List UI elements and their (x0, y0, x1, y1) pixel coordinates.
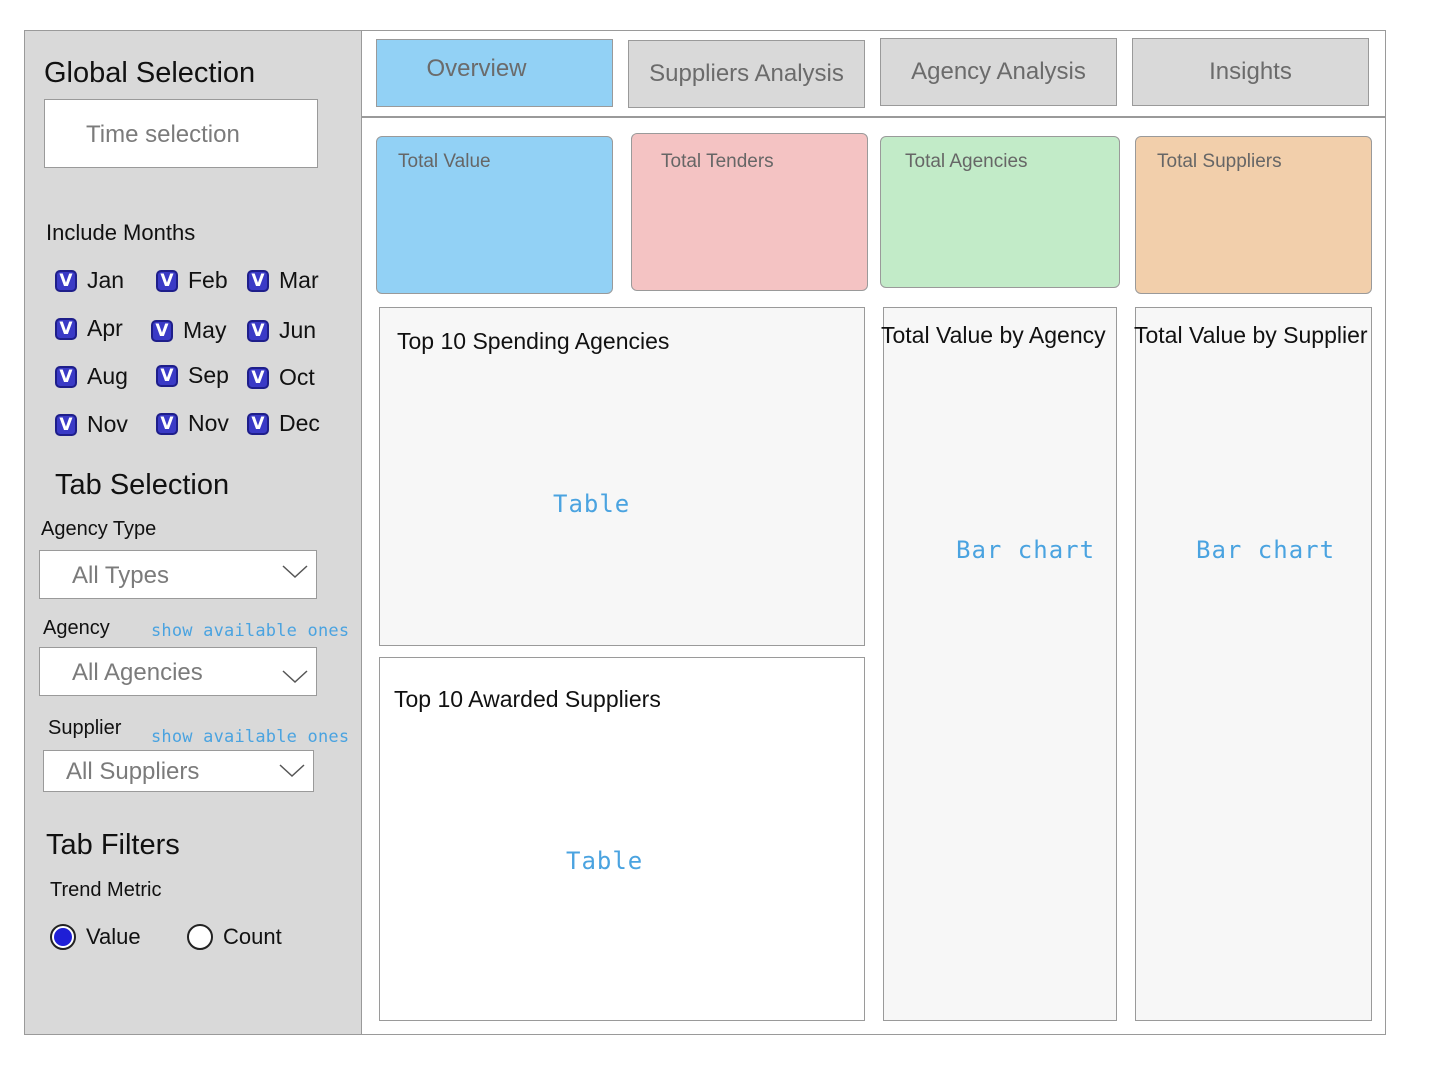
checkbox-label: Nov (87, 411, 128, 437)
time-selection-input[interactable]: Time selection (44, 99, 318, 168)
table-placeholder: Table (553, 490, 631, 518)
check-icon: V (247, 269, 269, 292)
agency-select[interactable]: All Agencies (39, 647, 317, 696)
supplier-select[interactable]: All Suppliers (43, 750, 314, 792)
checkbox-may[interactable]: V May (151, 317, 226, 344)
agency-hint-link[interactable]: show available ones (151, 621, 349, 641)
top-spending-agencies-panel: Top 10 Spending Agencies Table (379, 307, 865, 646)
checkbox-label: Nov (188, 410, 229, 436)
checkbox-mar[interactable]: V Mar (247, 267, 319, 294)
tab-selection-title: Tab Selection (55, 469, 230, 501)
checkbox-sep[interactable]: V Sep (156, 362, 229, 389)
check-icon: V (156, 412, 178, 435)
checkbox-label: Jan (87, 267, 125, 293)
checkbox-label: Apr (87, 315, 123, 341)
value-by-agency-panel: Total Value by Agency Bar chart (881, 307, 1117, 1021)
sidebar: Global Selection Time selection Include … (24, 30, 362, 1035)
agency-type-select[interactable]: All Types (39, 550, 317, 599)
bar-chart-placeholder: Bar chart (1196, 536, 1336, 564)
check-icon: V (247, 412, 269, 435)
agency-type-value: All Types (72, 562, 169, 589)
check-icon: V (247, 366, 269, 389)
checkbox-label: Sep (188, 362, 229, 388)
checkbox-oct[interactable]: V Oct (247, 364, 315, 391)
checkbox-label: Mar (279, 267, 319, 293)
agency-value: All Agencies (72, 659, 203, 686)
kpi-label: Total Suppliers (1157, 151, 1282, 172)
check-icon: V (55, 413, 77, 436)
panel-title: Top 10 Awarded Suppliers (394, 686, 661, 712)
top-awarded-suppliers-panel: Top 10 Awarded Suppliers Table (379, 657, 865, 1021)
radio-count[interactable]: Count (187, 924, 282, 950)
global-selection-title: Global Selection (44, 57, 256, 89)
agency-type-label: Agency Type (41, 518, 157, 540)
value-by-supplier-panel: Total Value by Supplier Bar chart (1134, 307, 1372, 1021)
checkbox-apr[interactable]: V Apr (55, 315, 123, 342)
checkbox-feb[interactable]: V Feb (156, 267, 228, 294)
radio-selected-icon (50, 924, 76, 950)
panel-title: Top 10 Spending Agencies (397, 328, 670, 354)
include-months-title: Include Months (46, 220, 196, 245)
kpi-total-suppliers: Total Suppliers (1135, 136, 1372, 294)
checkbox-label: May (183, 317, 227, 343)
chevron-down-icon (279, 764, 305, 778)
kpi-label: Total Tenders (661, 151, 774, 172)
tab-suppliers-analysis[interactable]: Suppliers Analysis (628, 40, 865, 108)
checkbox-jan[interactable]: V Jan (55, 267, 124, 294)
kpi-total-agencies: Total Agencies (880, 136, 1120, 288)
kpi-label: Total Value (398, 151, 491, 172)
supplier-hint-link[interactable]: show available ones (151, 727, 349, 747)
checkbox-label: Dec (279, 410, 320, 436)
radio-label: Value (86, 924, 141, 949)
kpi-total-tenders: Total Tenders (631, 133, 868, 291)
tab-insights[interactable]: Insights (1132, 38, 1369, 106)
radio-label: Count (223, 924, 282, 949)
tabbar-divider (362, 116, 1386, 118)
tab-label: Agency Analysis (911, 58, 1086, 85)
radio-unselected-icon (187, 924, 213, 950)
checkbox-label: Feb (188, 267, 228, 293)
check-icon: V (156, 364, 178, 387)
panel-title: Total Value by Agency (881, 322, 1106, 348)
check-icon: V (55, 317, 77, 340)
checkbox-label: Aug (87, 363, 128, 389)
tab-label: Overview (426, 55, 527, 82)
supplier-value: All Suppliers (66, 758, 200, 785)
tab-overview[interactable]: Overview (376, 39, 613, 107)
bar-chart-placeholder: Bar chart (956, 536, 1096, 564)
checkbox-aug[interactable]: V Aug (55, 363, 128, 390)
checkbox-jun[interactable]: V Jun (247, 317, 316, 344)
checkbox-label: Oct (279, 364, 315, 390)
agency-label: Agency (43, 617, 110, 639)
tab-agency-analysis[interactable]: Agency Analysis (880, 38, 1117, 106)
tab-label: Insights (1209, 58, 1292, 85)
chevron-down-icon (282, 565, 308, 579)
chevron-down-icon (282, 670, 308, 684)
checkbox-nov[interactable]: V Nov (55, 411, 128, 438)
check-icon: V (156, 269, 178, 292)
checkbox-label: Jun (279, 317, 317, 343)
checkbox-dec[interactable]: V Dec (247, 410, 320, 437)
kpi-total-value: Total Value (376, 136, 613, 294)
check-icon: V (151, 319, 173, 342)
tab-label: Suppliers Analysis (649, 60, 844, 87)
table-placeholder: Table (566, 847, 644, 875)
tab-filters-title: Tab Filters (46, 829, 180, 861)
panel-title: Total Value by Supplier (1134, 322, 1368, 348)
checkbox-nov-2[interactable]: V Nov (156, 410, 229, 437)
trend-metric-label: Trend Metric (50, 879, 162, 901)
check-icon: V (247, 319, 269, 342)
kpi-label: Total Agencies (905, 151, 1028, 172)
check-icon: V (55, 365, 77, 388)
check-icon: V (55, 269, 77, 292)
supplier-label: Supplier (48, 717, 122, 739)
radio-value[interactable]: Value (50, 924, 141, 950)
